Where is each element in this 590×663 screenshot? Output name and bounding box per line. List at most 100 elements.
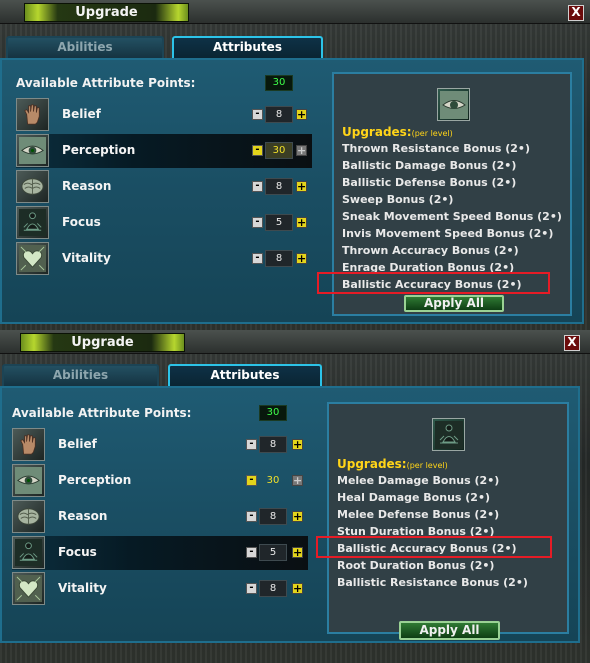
decrease-button[interactable]: -	[252, 145, 263, 156]
brain-icon	[12, 500, 45, 533]
available-points-label: Available Attribute Points:	[16, 76, 196, 90]
attribute-row-vitality[interactable]: Vitality - 8 +	[16, 242, 312, 276]
tab-abilities[interactable]: Abilities	[2, 364, 159, 386]
decrease-button[interactable]: -	[252, 253, 263, 264]
upgrade-window-top: Upgrade X Abilities Attributes Available…	[0, 0, 590, 330]
attribute-row-perception[interactable]: Perception - 30 +	[12, 464, 308, 498]
attribute-row-reason[interactable]: Reason - 8 +	[16, 170, 312, 204]
attribute-row-vitality[interactable]: Vitality - 8 +	[12, 572, 308, 606]
upgrades-heading: Upgrades:(per level)	[342, 125, 453, 139]
attribute-row-belief[interactable]: Belief - 8 +	[16, 98, 312, 132]
attributes-pane: Available Attribute Points: 30 Belief - …	[0, 386, 580, 643]
attribute-label: Belief	[58, 437, 97, 451]
upgrades-panel: Upgrades:(per level) Melee Damage Bonus …	[327, 402, 569, 634]
meditation-icon	[432, 418, 465, 451]
attribute-value: 30	[266, 475, 280, 486]
attribute-value: 5	[265, 214, 293, 231]
heart-icon	[16, 242, 49, 275]
increase-button[interactable]: +	[296, 145, 307, 156]
decrease-button[interactable]: -	[246, 475, 257, 486]
attribute-label: Perception	[58, 473, 132, 487]
bonus-item: Ballistic Defense Bonus (2•)	[342, 176, 517, 189]
tab-abilities[interactable]: Abilities	[6, 36, 164, 58]
highlight-box	[316, 536, 552, 558]
per-level-label: (per level)	[411, 129, 453, 138]
eye-icon	[16, 134, 49, 167]
bonus-item: Invis Movement Speed Bonus (2•)	[342, 227, 554, 240]
bonus-item: Ballistic Damage Bonus (2•)	[342, 159, 517, 172]
attribute-value: 30	[265, 142, 293, 159]
tab-attributes[interactable]: Attributes	[172, 36, 323, 58]
attribute-label: Perception	[62, 143, 136, 157]
increase-button[interactable]: +	[296, 217, 307, 228]
increase-button[interactable]: +	[292, 583, 303, 594]
increase-button[interactable]: +	[292, 439, 303, 450]
upgrade-window-bottom: Upgrade X Abilities Attributes Available…	[0, 330, 590, 663]
attribute-label: Reason	[58, 509, 108, 523]
upgrades-label: Upgrades:	[337, 457, 407, 471]
attributes-pane: Available Attribute Points: 30 Belief - …	[0, 58, 584, 324]
attribute-row-belief[interactable]: Belief - 8 +	[12, 428, 308, 462]
close-button[interactable]: X	[564, 335, 580, 351]
title-bar[interactable]: Upgrade X	[0, 330, 590, 354]
bonus-item: Sweep Bonus (2•)	[342, 193, 454, 206]
meditation-icon	[12, 536, 45, 569]
decrease-button[interactable]: -	[246, 547, 257, 558]
apply-all-button[interactable]: Apply All	[404, 295, 504, 312]
bonus-item: Root Duration Bonus (2•)	[337, 559, 495, 572]
attribute-label: Focus	[62, 215, 101, 229]
bonus-item: Thrown Accuracy Bonus (2•)	[342, 244, 519, 257]
decrease-button[interactable]: -	[252, 217, 263, 228]
close-button[interactable]: X	[568, 5, 584, 21]
decrease-button[interactable]: -	[252, 181, 263, 192]
available-points-value: 30	[259, 405, 287, 421]
attribute-row-focus[interactable]: Focus - 5 +	[16, 206, 312, 240]
increase-button[interactable]: +	[292, 475, 303, 486]
per-level-label: (per level)	[406, 461, 448, 470]
attribute-value: 8	[265, 178, 293, 195]
attribute-value: 8	[259, 580, 287, 597]
attribute-label: Reason	[62, 179, 112, 193]
highlight-box	[317, 272, 550, 294]
attribute-label: Focus	[58, 545, 97, 559]
brain-icon	[16, 170, 49, 203]
attribute-value: 8	[259, 508, 287, 525]
increase-button[interactable]: +	[292, 511, 303, 522]
available-points-value: 30	[265, 75, 293, 91]
bonus-item: Melee Damage Bonus (2•)	[337, 474, 500, 487]
attribute-value: 8	[259, 436, 287, 453]
eye-icon	[12, 464, 45, 497]
hand-icon	[12, 428, 45, 461]
attribute-row-reason[interactable]: Reason - 8 +	[12, 500, 308, 534]
decrease-button[interactable]: -	[246, 439, 257, 450]
attribute-row-perception[interactable]: Perception - 30 +	[16, 134, 312, 168]
bonus-item: Heal Damage Bonus (2•)	[337, 491, 491, 504]
title-bar[interactable]: Upgrade X	[0, 0, 590, 24]
decrease-button[interactable]: -	[246, 583, 257, 594]
increase-button[interactable]: +	[296, 181, 307, 192]
bonus-item: Melee Defense Bonus (2•)	[337, 508, 500, 521]
increase-button[interactable]: +	[292, 547, 303, 558]
hand-icon	[16, 98, 49, 131]
tab-attributes[interactable]: Attributes	[168, 364, 322, 386]
attribute-value: 5	[259, 544, 287, 561]
window-title: Upgrade	[20, 333, 185, 352]
increase-button[interactable]: +	[296, 109, 307, 120]
increase-button[interactable]: +	[296, 253, 307, 264]
window-title: Upgrade	[24, 3, 189, 22]
bonus-item: Sneak Movement Speed Bonus (2•)	[342, 210, 562, 223]
attribute-label: Vitality	[58, 581, 107, 595]
bonus-item: Thrown Resistance Bonus (2•)	[342, 142, 530, 155]
apply-all-button[interactable]: Apply All	[399, 621, 500, 640]
available-points-label: Available Attribute Points:	[12, 406, 192, 420]
attribute-row-focus[interactable]: Focus - 5 +	[12, 536, 308, 570]
eye-icon	[437, 88, 470, 121]
heart-icon	[12, 572, 45, 605]
attribute-value: 8	[265, 106, 293, 123]
attribute-value: 8	[265, 250, 293, 267]
upgrades-heading: Upgrades:(per level)	[337, 457, 448, 471]
upgrades-label: Upgrades:	[342, 125, 412, 139]
decrease-button[interactable]: -	[252, 109, 263, 120]
attribute-label: Vitality	[62, 251, 111, 265]
decrease-button[interactable]: -	[246, 511, 257, 522]
